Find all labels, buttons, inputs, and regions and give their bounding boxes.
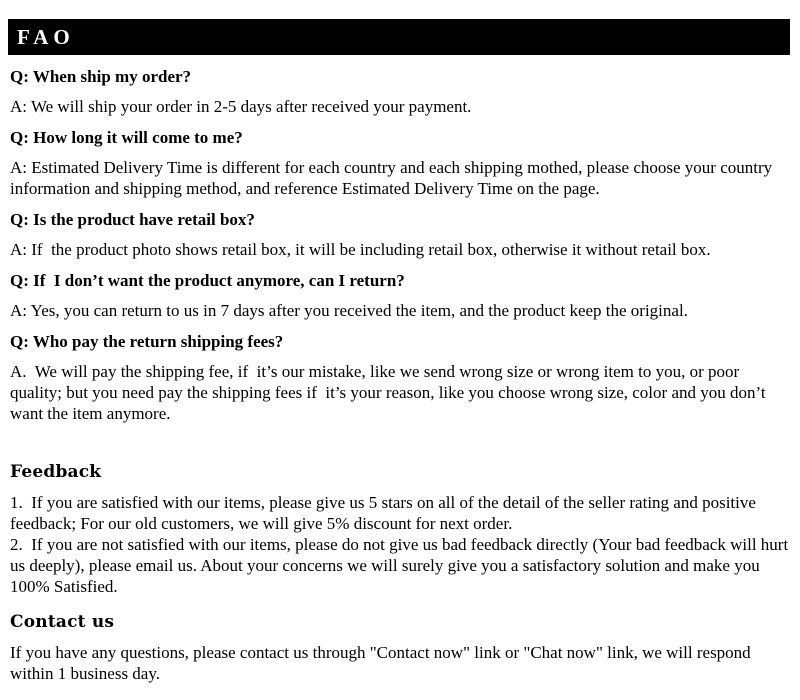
faq-item: Q: Who pay the return shipping fees? A. … [10,331,792,424]
faq-answer: A. We will pay the shipping fee, if it’s… [10,362,770,423]
feedback-section: Feedback 1. If you are satisfied with ou… [10,434,792,597]
faq-answer: A: Yes, you can return to us in 7 days a… [10,301,688,320]
faq-question: Q: Is the product have retail box? [10,210,255,229]
page-header-bar: FAO [8,19,790,55]
faq-item: Q: If I don’t want the product anymore, … [10,270,792,321]
feedback-heading: Feedback [10,462,102,482]
faq-page: FAO Q: When ship my order? A: We will sh… [0,0,800,700]
faq-question: Q: When ship my order? [10,67,192,86]
faq-answer: A: Estimated Delivery Time is different … [10,158,777,198]
feedback-body: 1. If you are satisfied with our items, … [10,493,789,596]
faq-question: Q: How long it will come to me? [10,128,243,147]
contact-heading: Contact us [10,612,115,632]
faq-question: Q: If I don’t want the product anymore, … [10,271,405,290]
faq-item: Q: When ship my order? A: We will ship y… [10,66,792,117]
faq-answer: A: We will ship your order in 2-5 days a… [10,97,472,116]
faq-item: Q: How long it will come to me? A: Estim… [10,127,792,199]
faq-content: Q: When ship my order? A: We will ship y… [10,66,792,684]
faq-question: Q: Who pay the return shipping fees? [10,332,284,351]
contact-section: Contact us If you have any questions, pl… [10,597,792,684]
faq-item: Q: Is the product have retail box? A: If… [10,209,792,260]
contact-body: If you have any questions, please contac… [10,643,755,683]
page-title: FAO [17,24,75,49]
faq-answer: A: If the product photo shows retail box… [10,240,711,259]
